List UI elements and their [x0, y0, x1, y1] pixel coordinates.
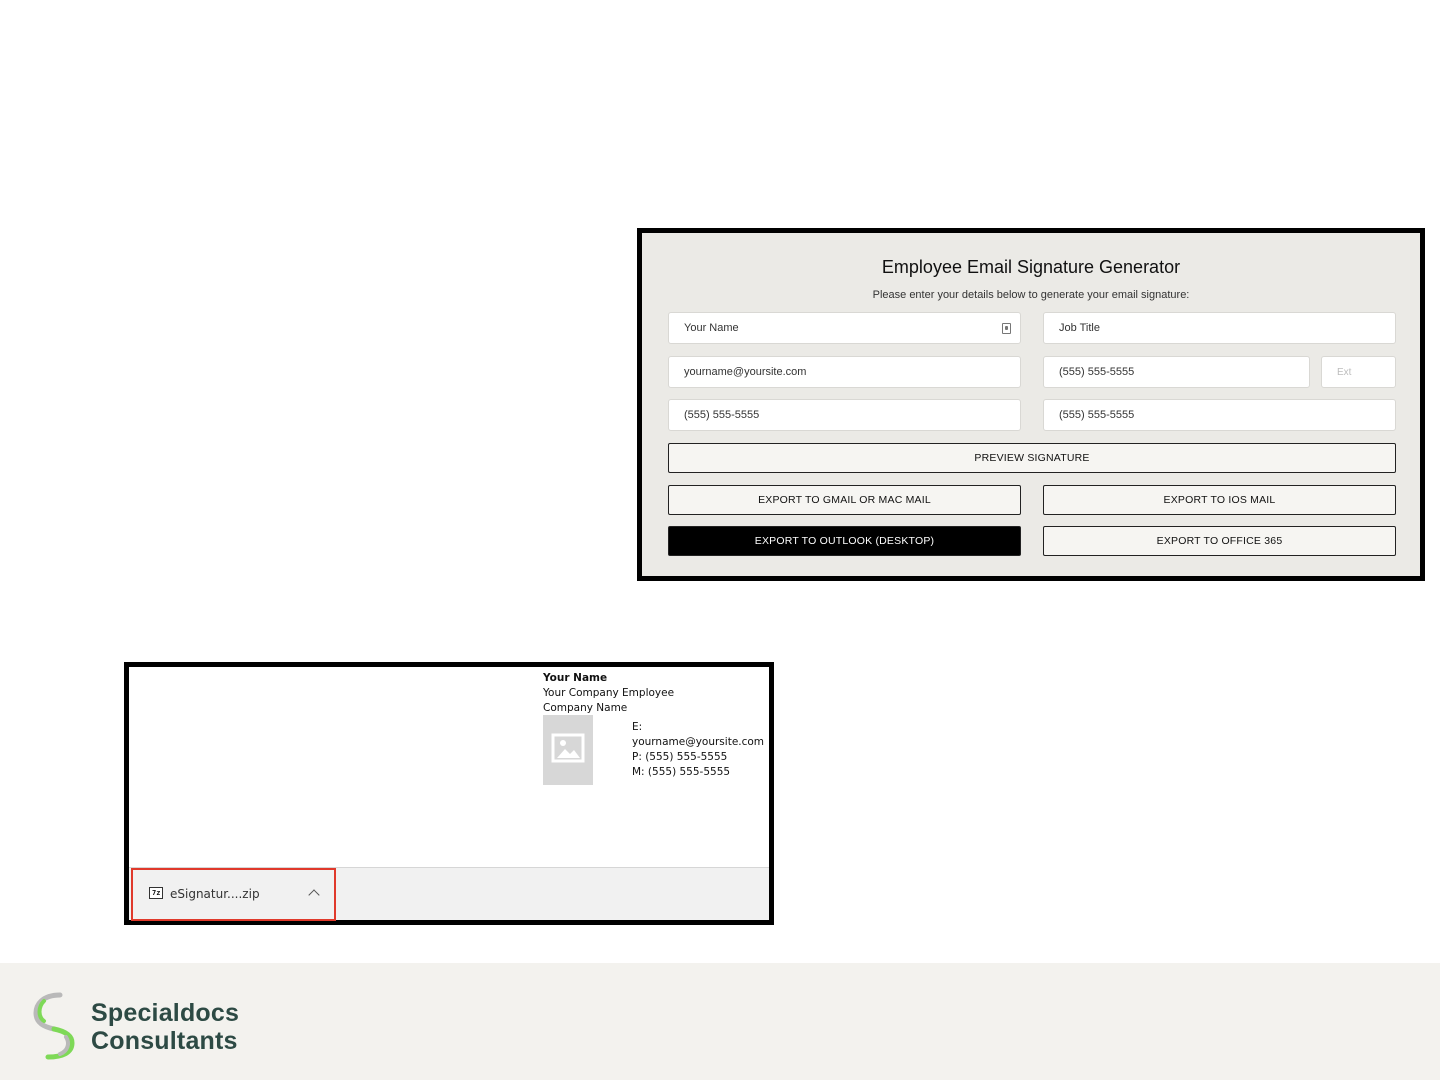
specialdocs-logo-icon: [33, 992, 75, 1060]
signature-company: Company Name: [543, 702, 628, 714]
signature-name: Your Name: [543, 672, 608, 684]
generator-title: Employee Email Signature Generator: [881, 257, 1181, 277]
download-file-name: eSignatur....zip: [170, 887, 260, 901]
phone-field-value: (555) 555-5555: [1059, 366, 1135, 378]
image-placeholder-icon: [543, 715, 593, 785]
email-field-value: yourname@yoursite.com: [684, 366, 807, 378]
browser-preview-window: Your Name Your Company Employee Company …: [124, 662, 774, 925]
export-outlook-button[interactable]: EXPORT TO OUTLOOK (DESKTOP): [668, 526, 1021, 556]
mobile-field[interactable]: (555) 555-5555: [668, 399, 1021, 431]
brand-line-1: Specialdocs: [91, 999, 240, 1027]
fax-field-value: (555) 555-5555: [1059, 409, 1135, 421]
signature-mobile: M: (555) 555-5555: [632, 766, 731, 778]
name-field[interactable]: Your Name: [668, 312, 1021, 344]
signature-role: Your Company Employee: [543, 687, 675, 699]
signature-email: E: yourname@yoursite.com: [632, 721, 765, 748]
phone-field[interactable]: (555) 555-5555: [1043, 356, 1310, 388]
contact-card-icon: [1002, 323, 1011, 334]
signature-generator-panel: Employee Email Signature Generator Pleas…: [637, 228, 1425, 581]
export-ios-button[interactable]: EXPORT TO IOS MAIL: [1043, 485, 1396, 515]
name-field-value: Your Name: [684, 322, 739, 334]
archive-icon-label: 7z: [152, 889, 161, 897]
email-field[interactable]: yourname@yoursite.com: [668, 356, 1021, 388]
job-title-field-value: Job Title: [1059, 322, 1100, 334]
mobile-field-value: (555) 555-5555: [684, 409, 760, 421]
brand-line-2: Consultants: [91, 1027, 238, 1055]
fax-field[interactable]: (555) 555-5555: [1043, 399, 1396, 431]
job-title-field[interactable]: Job Title: [1043, 312, 1396, 344]
signature-text-block: Your Name Your Company Employee Company …: [543, 671, 674, 716]
brand-name: Specialdocs Consultants: [91, 999, 239, 1055]
extension-field[interactable]: Ext: [1321, 356, 1396, 388]
extension-field-placeholder: Ext: [1337, 366, 1352, 378]
download-item-zip[interactable]: 7z eSignatur....zip: [131, 868, 336, 921]
chevron-up-icon[interactable]: [308, 889, 320, 901]
preview-signature-button[interactable]: PREVIEW SIGNATURE: [668, 443, 1396, 473]
generator-subtitle: Please enter your details below to gener…: [872, 289, 1190, 301]
footer: Specialdocs Consultants: [0, 963, 1440, 1080]
download-bar: 7z eSignatur....zip: [129, 867, 769, 921]
signature-phone: P: (555) 555-5555: [632, 751, 728, 763]
export-office365-button[interactable]: EXPORT TO OFFICE 365: [1043, 526, 1396, 556]
7z-archive-icon: 7z: [149, 887, 163, 899]
export-gmail-button[interactable]: EXPORT TO GMAIL OR MAC MAIL: [668, 485, 1021, 515]
signature-contact-block: E: yourname@yoursite.com P: (555) 555-55…: [632, 720, 769, 780]
